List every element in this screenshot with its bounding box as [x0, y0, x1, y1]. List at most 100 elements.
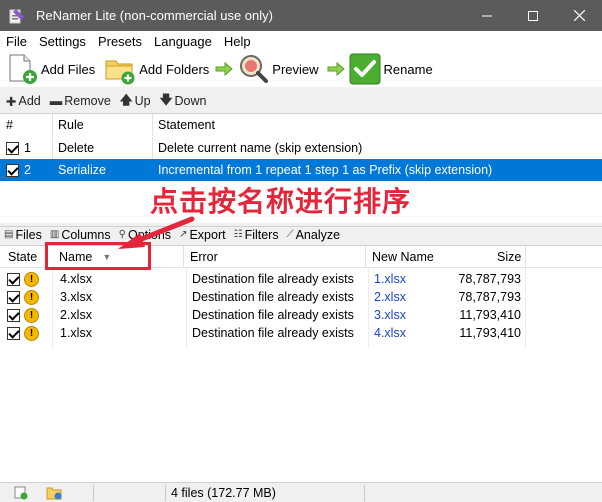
file-checkbox[interactable]: [7, 326, 20, 340]
maximize-button[interactable]: [510, 0, 556, 31]
add-files-button[interactable]: Add Files: [6, 51, 95, 87]
arrow-down-icon: 🡇: [159, 92, 173, 107]
move-up-label: Up: [134, 94, 151, 108]
rule-name: Serialize: [58, 163, 106, 177]
main-toolbar: Add Files Add Folders Preview Rename: [0, 51, 602, 87]
rules-header-num[interactable]: #: [0, 114, 52, 136]
rename-label: Rename: [383, 61, 433, 77]
move-up-button[interactable]: 🡅 Up: [120, 91, 151, 112]
files-icon: ▤: [4, 229, 14, 240]
preview-label: Preview: [272, 61, 319, 77]
rename-button[interactable]: Rename: [349, 51, 433, 87]
menu-bar: File Settings Presets Language Help: [0, 31, 602, 51]
preview-button[interactable]: Preview: [237, 51, 319, 87]
status-file-count: 4 files (172.77 MB): [171, 486, 276, 500]
rule-statement: Delete current name (skip extension): [158, 141, 363, 155]
file-checkbox[interactable]: [7, 290, 20, 304]
file-new-name: 2.xlsx: [374, 290, 406, 304]
header-state[interactable]: State: [8, 246, 37, 268]
rule-statement: Incremental from 1 repeat 1 step 1 as Pr…: [158, 163, 493, 177]
file-error: Destination file already exists: [192, 290, 354, 304]
arrow-right-icon: [327, 62, 345, 76]
remove-rule-button[interactable]: ▬ Remove: [50, 94, 111, 108]
filters-label: Filters: [244, 227, 279, 242]
close-button[interactable]: [556, 0, 602, 31]
analyze-icon: ⟋: [286, 229, 294, 240]
menu-presets[interactable]: Presets: [92, 34, 148, 49]
file-size: 78,787,793: [458, 272, 521, 286]
file-size: 78,787,793: [458, 290, 521, 304]
filters-menu-button[interactable]: ☷ Filters: [234, 228, 279, 242]
file-error: Destination file already exists: [192, 326, 354, 340]
status-bar: 4 files (172.77 MB): [0, 482, 602, 502]
file-row[interactable]: ! 1.xlsx Destination file already exists…: [0, 324, 602, 342]
file-name: 1.xlsx: [60, 326, 92, 340]
magnifier-icon: [237, 53, 269, 85]
window-title: ReNamer Lite (non-commercial use only): [36, 8, 273, 23]
header-new-name[interactable]: New Name: [372, 246, 434, 268]
files-table: State Name ▼ Error New Name Size ! 4.xls…: [0, 245, 602, 482]
add-folder-icon: [104, 53, 136, 85]
file-name: 4.xlsx: [60, 272, 92, 286]
minus-icon: ▬: [49, 94, 63, 108]
analyze-menu-button[interactable]: ⟋ Analyze: [287, 228, 340, 242]
plus-icon: ✚: [6, 94, 17, 109]
rule-num: 2: [24, 163, 31, 177]
file-name: 3.xlsx: [60, 290, 92, 304]
rule-row-selected[interactable]: 2 Serialize Incremental from 1 repeat 1 …: [0, 159, 602, 181]
move-down-button[interactable]: 🡇 Down: [160, 91, 207, 112]
title-bar: ReNamer Lite (non-commercial use only): [0, 0, 602, 31]
rule-checkbox[interactable]: [6, 163, 19, 177]
file-checkbox[interactable]: [7, 272, 20, 286]
file-size: 11,793,410: [459, 308, 521, 322]
rule-name: Delete: [58, 141, 95, 155]
rule-num: 1: [24, 141, 31, 155]
add-rule-button[interactable]: ✚ Add: [6, 94, 41, 109]
add-file-icon: [6, 53, 38, 85]
rules-header-rule[interactable]: Rule: [52, 114, 152, 136]
remove-rule-label: Remove: [64, 94, 111, 108]
warning-icon: !: [24, 271, 39, 287]
rule-checkbox[interactable]: [6, 141, 19, 155]
warning-icon: !: [24, 289, 39, 305]
files-menu-button[interactable]: ▤ Files: [4, 228, 42, 242]
file-name: 2.xlsx: [60, 308, 92, 322]
file-row[interactable]: ! 3.xlsx Destination file already exists…: [0, 288, 602, 306]
header-size[interactable]: Size: [497, 246, 521, 268]
rules-toolbar: ✚ Add ▬ Remove 🡅 Up 🡇 Down: [0, 90, 602, 112]
menu-file[interactable]: File: [0, 34, 33, 49]
rule-row[interactable]: 1 Delete Delete current name (skip exten…: [0, 137, 602, 159]
minimize-icon: [482, 15, 492, 16]
add-folders-button[interactable]: Add Folders: [104, 51, 209, 87]
add-files-label: Add Files: [41, 61, 96, 77]
add-folders-label: Add Folders: [139, 61, 210, 77]
move-down-label: Down: [174, 94, 207, 108]
app-icon: [7, 6, 27, 26]
rules-header-row: # Rule Statement: [0, 114, 602, 136]
annotation-arrow-icon: [118, 216, 195, 249]
menu-language[interactable]: Language: [148, 34, 218, 49]
maximize-icon: [528, 10, 538, 21]
menu-help[interactable]: Help: [218, 34, 257, 49]
file-new-name: 3.xlsx: [374, 308, 406, 322]
file-size: 11,793,410: [459, 326, 521, 340]
add-status-icon[interactable]: [14, 486, 28, 502]
file-checkbox[interactable]: [7, 308, 20, 322]
minimize-button[interactable]: [464, 0, 510, 31]
file-row[interactable]: ! 4.xlsx Destination file already exists…: [0, 270, 602, 288]
checkmark-icon: [349, 53, 381, 85]
filters-icon: ☷: [233, 229, 243, 240]
file-new-name: 4.xlsx: [374, 326, 406, 340]
close-icon: [573, 10, 585, 21]
menu-settings[interactable]: Settings: [33, 34, 92, 49]
columns-icon: ▥: [49, 229, 60, 240]
file-error: Destination file already exists: [192, 272, 354, 286]
arrow-up-icon: 🡅: [119, 92, 133, 107]
warning-icon: !: [24, 325, 39, 341]
rules-header-statement[interactable]: Statement: [152, 114, 602, 136]
folder-status-icon[interactable]: [46, 486, 62, 502]
analyze-label: Analyze: [295, 227, 341, 242]
file-row[interactable]: ! 2.xlsx Destination file already exists…: [0, 306, 602, 324]
warning-icon: !: [24, 307, 39, 323]
files-label: Files: [15, 227, 42, 242]
